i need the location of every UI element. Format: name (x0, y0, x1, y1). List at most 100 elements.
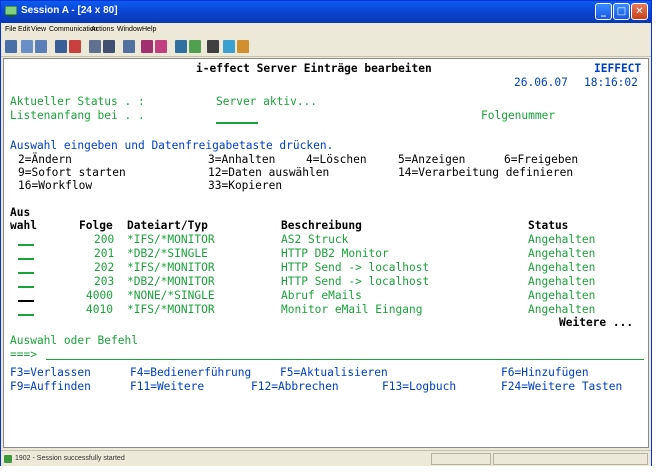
command-line-input[interactable] (46, 359, 644, 360)
option-change: 2=Ändern (18, 153, 72, 166)
row-status: Angehalten (528, 261, 596, 274)
help-icon[interactable] (207, 40, 219, 53)
connection-icon (4, 455, 12, 463)
close-button[interactable]: ✕ (631, 3, 648, 20)
terminal-screen[interactable]: i-effect Server Einträge bearbeiten IEFF… (3, 58, 649, 448)
menu-view[interactable]: View (31, 26, 46, 33)
row-dateiart: *IFS/*MONITOR (127, 261, 215, 274)
fkey-f4[interactable]: F4=Bedienerführung (130, 366, 251, 379)
command-prompt: ===> (10, 348, 37, 361)
row-beschreibung: Monitor eMail Eingang (281, 303, 423, 316)
fkey-f24[interactable]: F24=Weitere Tasten (501, 380, 622, 393)
option-workflow: 16=Workflow (18, 179, 93, 192)
fkey-f13[interactable]: F13=Logbuch (382, 380, 456, 393)
display-icon[interactable] (89, 40, 101, 53)
toolbar (1, 37, 651, 57)
status-pane (431, 453, 491, 465)
row-beschreibung: AS2 Struck (281, 233, 349, 246)
session-icon (5, 6, 17, 17)
screen-date: 26.06.07 (514, 76, 568, 89)
fkey-f5[interactable]: F5=Aktualisieren (280, 366, 388, 379)
menu-edit[interactable]: Edit (18, 26, 30, 33)
row-folge: 4000 (86, 289, 113, 302)
row-beschreibung: HTTP Send -> localhost (281, 261, 430, 274)
list-start-input[interactable] (216, 122, 258, 124)
print-icon[interactable] (5, 40, 17, 53)
option-display: 5=Anzeigen (398, 153, 466, 166)
more-indicator: Weitere ... (559, 316, 634, 329)
col-header-dateiart: Dateiart/Typ (127, 219, 208, 232)
status-label: Aktueller Status . : (10, 95, 145, 108)
fkey-f3[interactable]: F3=Verlassen (10, 366, 91, 379)
window-title: Session A - [24 x 80] (21, 5, 118, 16)
menu-file[interactable]: File (5, 26, 16, 33)
row-folge: 4010 (86, 303, 113, 316)
row-folge: 201 (94, 247, 115, 260)
index-icon[interactable] (189, 40, 201, 53)
menu-bar: File Edit View Communication Actions Win… (1, 23, 651, 37)
row-folge: 203 (94, 275, 115, 288)
row-dateiart: *NONE/*SINGLE (127, 289, 215, 302)
setup-icon[interactable] (103, 40, 115, 53)
status-text: 1902 - Session successfully started (15, 455, 125, 462)
fkey-f9[interactable]: F9=Auffinden (10, 380, 91, 393)
row-option-input[interactable] (18, 244, 34, 246)
support-icon[interactable] (175, 40, 187, 53)
edit-icon[interactable] (237, 40, 249, 53)
row-option-input[interactable] (18, 314, 34, 316)
fkey-f12[interactable]: F12=Abbrechen (251, 380, 339, 393)
copy-icon[interactable] (21, 40, 33, 53)
row-beschreibung: HTTP DB2 Monitor (281, 247, 389, 260)
option-delete: 4=Löschen (306, 153, 367, 166)
globe-icon[interactable] (223, 40, 235, 53)
row-folge: 200 (94, 233, 115, 246)
option-copy: 33=Kopieren (208, 179, 283, 192)
col-header-aus: Aus (10, 206, 31, 219)
title-bar[interactable]: Session A - [24 x 80] _ □ ✕ (1, 1, 651, 23)
status-value: Server aktiv... (216, 95, 318, 108)
macro-play-icon[interactable] (155, 40, 167, 53)
row-option-input[interactable] (18, 286, 34, 288)
col-header-wahl: wahl (10, 219, 37, 232)
row-status: Angehalten (528, 303, 596, 316)
status-pane (493, 453, 648, 465)
col-header-status: Status (528, 219, 569, 232)
row-status: Angehalten (528, 289, 596, 302)
row-option-input[interactable] (18, 272, 34, 274)
row-beschreibung: HTTP Send -> localhost (281, 275, 430, 288)
option-hold: 3=Anhalten (208, 153, 276, 166)
option-start-now: 9=Sofort starten (18, 166, 126, 179)
system-name: IEFFECT (594, 62, 642, 75)
fkey-f6[interactable]: F6=Hinzufügen (501, 366, 589, 379)
emulator-window: Session A - [24 x 80] _ □ ✕ File Edit Vi… (0, 0, 652, 466)
row-beschreibung: Abruf eMails (281, 289, 362, 302)
row-option-input[interactable] (18, 258, 34, 260)
screen-title: i-effect Server Einträge bearbeiten (196, 62, 432, 75)
menu-window[interactable]: Window (117, 26, 142, 33)
list-start-hint: Folgenummer (481, 109, 556, 122)
option-select-data: 12=Daten auswählen (208, 166, 330, 179)
menu-help[interactable]: Help (142, 26, 156, 33)
screen-time: 18:16:02 (584, 76, 638, 89)
macro-record-icon[interactable] (141, 40, 153, 53)
instruction-text: Auswahl eingeben und Datenfreigabetaste … (10, 139, 334, 152)
menu-actions[interactable]: Actions (91, 26, 114, 33)
command-label: Auswahl oder Befehl (10, 334, 138, 347)
option-release: 6=Freigeben (504, 153, 579, 166)
row-dateiart: *DB2/*SINGLE (127, 247, 208, 260)
fkey-f11[interactable]: F11=Weitere (130, 380, 204, 393)
row-status: Angehalten (528, 275, 596, 288)
col-header-folge: Folge (79, 219, 113, 232)
list-start-label: Listenanfang bei . . (10, 109, 145, 122)
row-option-input-active[interactable] (18, 300, 34, 302)
send-icon[interactable] (55, 40, 67, 53)
maximize-button[interactable]: □ (613, 3, 630, 20)
receive-icon[interactable] (69, 40, 81, 53)
row-folge: 202 (94, 261, 115, 274)
minimize-button[interactable]: _ (595, 3, 612, 20)
row-dateiart: *IFS/*MONITOR (127, 233, 215, 246)
keyboard-icon[interactable] (123, 40, 135, 53)
paste-icon[interactable] (35, 40, 47, 53)
row-dateiart: *IFS/*MONITOR (127, 303, 215, 316)
col-header-beschreibung: Beschreibung (281, 219, 362, 232)
